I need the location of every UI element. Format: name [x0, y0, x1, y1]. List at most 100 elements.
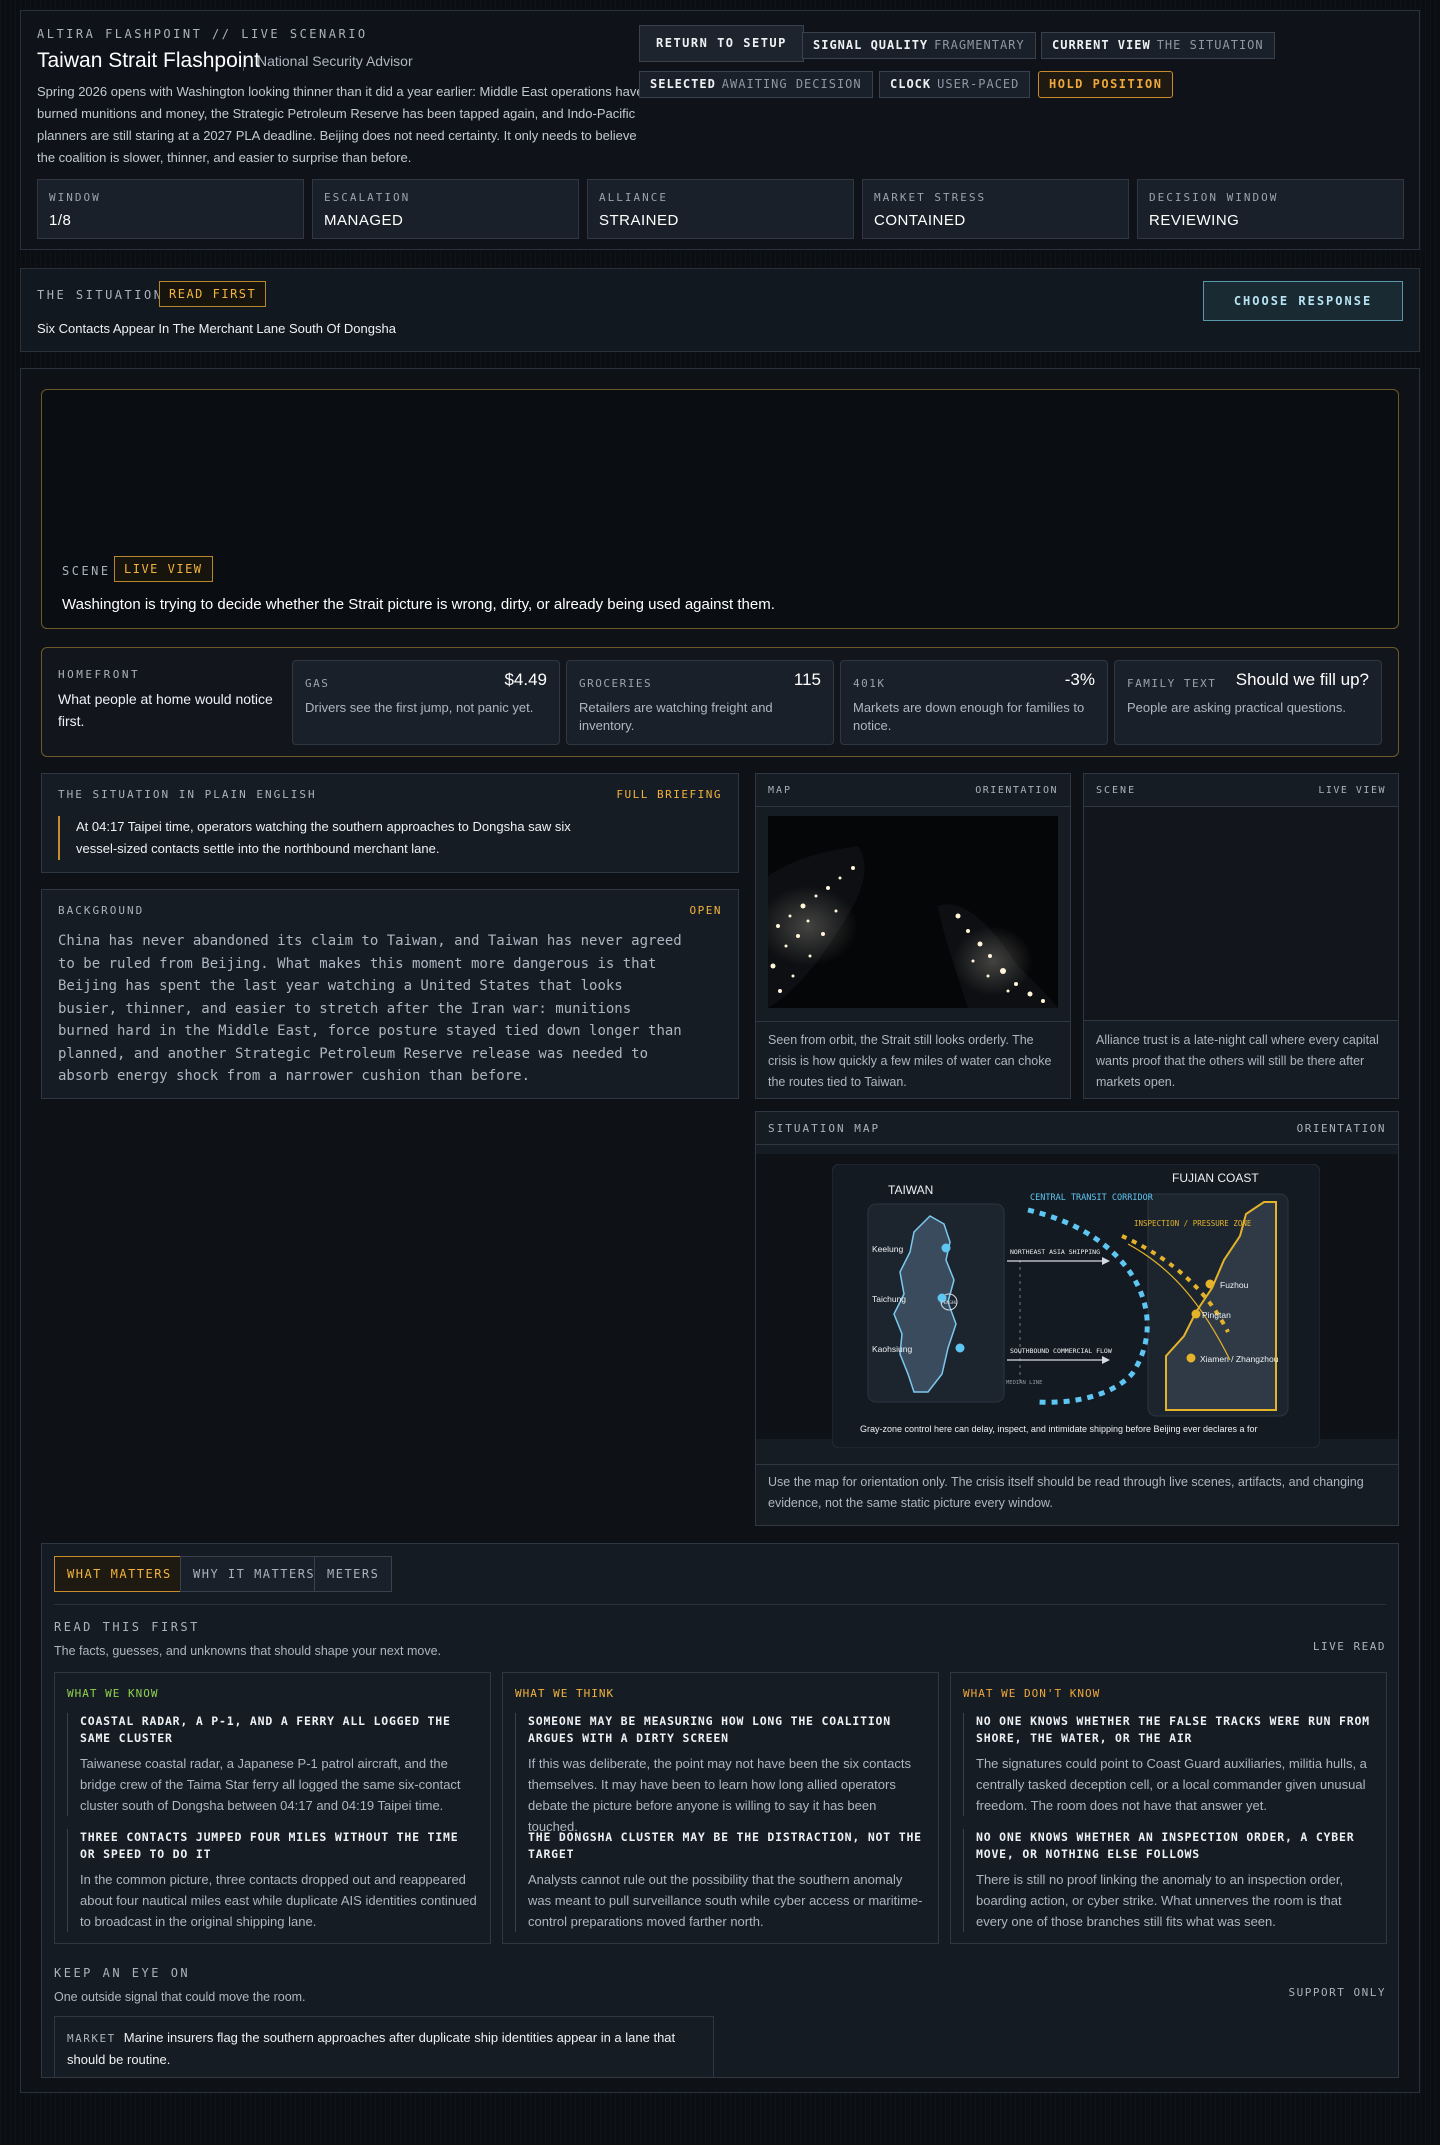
- read-first-tag: READ FIRST: [159, 281, 267, 307]
- column-header: WHAT WE DON'T KNOW: [963, 1687, 1101, 1700]
- situation-bar: THE SITUATION READ FIRST Six Contacts Ap…: [20, 268, 1420, 352]
- map-label-inspection: INSPECTION / PRESSURE ZONE: [1134, 1219, 1252, 1228]
- homefront-text: What people at home would notice first.: [58, 691, 273, 729]
- background-card: BACKGROUND OPEN China has never abandone…: [41, 889, 739, 1099]
- divider: [756, 1464, 1398, 1465]
- return-to-setup-button[interactable]: RETURN TO SETUP: [639, 25, 804, 62]
- city-kaohsiung: Kaohsiung: [872, 1344, 912, 1354]
- map-canvas: TAIWAN FUJIAN COAST CENTRAL TRANSIT CORR…: [756, 1154, 1398, 1448]
- situation-map-orientation: ORIENTATION: [1296, 1122, 1386, 1135]
- stat-value: MANAGED: [324, 212, 404, 229]
- scene-card-caption: Alliance trust is a late-night call wher…: [1096, 1033, 1379, 1089]
- chip-value: AWAITING DECISION: [721, 77, 862, 91]
- homefront-card-family-text: FAMILY TEXT Should we fill up? People are …: [1114, 660, 1382, 745]
- clock-chip: CLOCK USER-PACED: [879, 71, 1031, 98]
- scenario-header: ALTIRA FLASHPOINT // LIVE SCENARIO Taiwa…: [20, 10, 1420, 250]
- card-value: 115: [793, 670, 821, 689]
- card-key: GAS: [305, 677, 330, 690]
- city-pingtan: Pingtan: [1202, 1310, 1231, 1320]
- card-key: 401K: [853, 677, 886, 690]
- stat-escalation: ESCALATION MANAGED: [312, 179, 579, 239]
- plain-english-label: THE SITUATION IN PLAIN ENGLISH: [58, 788, 317, 801]
- chip-label: SELECTED: [650, 77, 716, 91]
- scene-card-live-label: LIVE VIEW: [1318, 785, 1386, 796]
- item-title: THREE CONTACTS JUMPED FOUR MILES WITHOUT…: [80, 1830, 459, 1861]
- item-body: In the common picture, three contacts dr…: [80, 1872, 477, 1929]
- list-item: NO ONE KNOWS WHETHER AN INSPECTION ORDER…: [963, 1829, 1374, 1932]
- tab-meters[interactable]: METERS: [314, 1556, 393, 1592]
- support-only-label: SUPPORT ONLY: [1288, 1986, 1386, 1999]
- map-label-corridor: CENTRAL TRANSIT CORRIDOR: [1030, 1193, 1154, 1203]
- map-orientation-label: ORIENTATION: [975, 785, 1058, 796]
- keep-eye-subtitle: One outside signal that could move the r…: [54, 1990, 306, 2004]
- chip-value: USER-PACED: [937, 77, 1020, 91]
- chip-label: CLOCK: [890, 77, 932, 91]
- stat-window: WINDOW 1/8: [37, 179, 304, 239]
- hold-position-button[interactable]: HOLD POSITION: [1038, 71, 1174, 98]
- scenario-intro: Spring 2026 opens with Washington lookin…: [37, 84, 644, 165]
- map-footer-text: Gray-zone control here can delay, inspec…: [860, 1424, 1258, 1434]
- list-item: NO ONE KNOWS WHETHER THE FALSE TRACKS WE…: [963, 1713, 1374, 1816]
- live-view-tag: LIVE VIEW: [114, 556, 213, 582]
- item-title: THE DONGSHA CLUSTER MAY BE THE DISTRACTI…: [528, 1830, 922, 1861]
- map-label-fujian: FUJIAN COAST: [1172, 1171, 1259, 1185]
- strait-diagram: TAIWAN FUJIAN COAST CENTRAL TRANSIT CORR…: [832, 1164, 1320, 1448]
- homefront-card-401k: 401K -3% Markets are down enough for famil…: [840, 660, 1108, 745]
- card-value: $4.49: [504, 670, 547, 689]
- card-desc: Drivers see the first jump, not panic ye…: [305, 700, 534, 715]
- tab-what-matters[interactable]: WHAT MATTERS: [54, 1556, 185, 1592]
- situation-map-label: SITUATION MAP: [768, 1122, 881, 1135]
- market-signal-card: MARKET Marine insurers flag the southern …: [54, 2016, 714, 2078]
- plain-english-text: At 04:17 Taipei time, operators watching…: [58, 816, 598, 860]
- stat-value: CONTAINED: [874, 212, 966, 229]
- stat-alliance: ALLIANCE STRAINED: [587, 179, 854, 239]
- item-title: NO ONE KNOWS WHETHER THE FALSE TRACKS WE…: [976, 1714, 1370, 1745]
- city-fuzhou: Fuzhou: [1220, 1280, 1249, 1290]
- item-body: Analysts cannot rule out the possibility…: [528, 1872, 923, 1929]
- item-title: NO ONE KNOWS WHETHER AN INSPECTION ORDER…: [976, 1830, 1355, 1861]
- map-label-sb-shipping: SOUTHBOUND COMMERCIAL FLOW: [1010, 1347, 1112, 1355]
- role-label: National Security Advisor: [257, 53, 413, 69]
- map-label-penghu: PENGHU: [941, 1300, 958, 1306]
- list-item: THREE CONTACTS JUMPED FOUR MILES WITHOUT…: [67, 1829, 478, 1932]
- market-tag: MARKET: [67, 2032, 116, 2045]
- title-divider: [243, 55, 244, 71]
- list-item: SOMEONE MAY BE MEASURING HOW LONG THE CO…: [515, 1713, 926, 1837]
- card-desc: Retailers are watching freight and inven…: [579, 700, 773, 733]
- live-read-label: LIVE READ: [1312, 1640, 1386, 1653]
- stat-value: 1/8: [49, 212, 72, 229]
- tab-why-it-matters[interactable]: WHY IT MATTERS: [180, 1556, 329, 1592]
- full-briefing-link[interactable]: FULL BRIEFING: [616, 788, 722, 801]
- card-value: Should we fill up?: [1235, 670, 1369, 689]
- signal-quality-chip: SIGNAL QUALITY FRAGMENTARY: [802, 32, 1036, 59]
- map-label-ne-shipping: NORTHEAST ASIA SHIPPING: [1010, 1248, 1100, 1256]
- current-view-chip: CURRENT VIEW THE SITUATION: [1041, 32, 1275, 59]
- homefront-card-groceries: GROCERIES 115 Retailers are watching freig…: [566, 660, 834, 745]
- chip-value: FRAGMENTARY: [934, 38, 1025, 52]
- what-we-think-column: WHAT WE THINK SOMEONE MAY BE MEASURING H…: [502, 1672, 939, 1944]
- item-body: The signatures could point to Coast Guar…: [976, 1756, 1367, 1813]
- divider: [54, 1604, 1386, 1605]
- background-open-link[interactable]: OPEN: [690, 904, 723, 917]
- scene-label: SCENE: [62, 564, 111, 578]
- list-item: THE DONGSHA CLUSTER MAY BE THE DISTRACTI…: [515, 1829, 926, 1932]
- chip-value: THE SITUATION: [1156, 38, 1264, 52]
- situation-map-caption: Use the map for orientation only. The cr…: [768, 1475, 1364, 1510]
- choose-response-button[interactable]: CHOOSE RESPONSE: [1203, 281, 1403, 321]
- homefront-label: HOMEFRONT: [58, 668, 141, 681]
- scene-image: [1084, 806, 1398, 1021]
- background-label: BACKGROUND: [58, 904, 145, 917]
- column-header: WHAT WE THINK: [515, 1687, 615, 1700]
- plain-english-card: THE SITUATION IN PLAIN ENGLISH FULL BRIE…: [41, 773, 739, 873]
- divider: [756, 1144, 1398, 1145]
- map-label-taiwan: TAIWAN: [888, 1183, 933, 1197]
- divider: [756, 806, 1070, 807]
- scene-card-label: SCENE: [1096, 785, 1137, 796]
- what-we-know-column: WHAT WE KNOW COASTAL RADAR, A P-1, AND A…: [54, 1672, 491, 1944]
- scene-live-view: SCENE LIVE VIEW Washington is trying to …: [41, 389, 1399, 629]
- what-we-dont-know-column: WHAT WE DON'T KNOW NO ONE KNOWS WHETHER …: [950, 1672, 1387, 1944]
- city-taichung: Taichung: [872, 1294, 906, 1304]
- satellite-image: [768, 816, 1058, 1008]
- background-text: China has never abandoned its claim to T…: [58, 933, 682, 1084]
- situation-map-card: SITUATION MAP ORIENTATION TAIWAN FUJIAN …: [755, 1111, 1399, 1526]
